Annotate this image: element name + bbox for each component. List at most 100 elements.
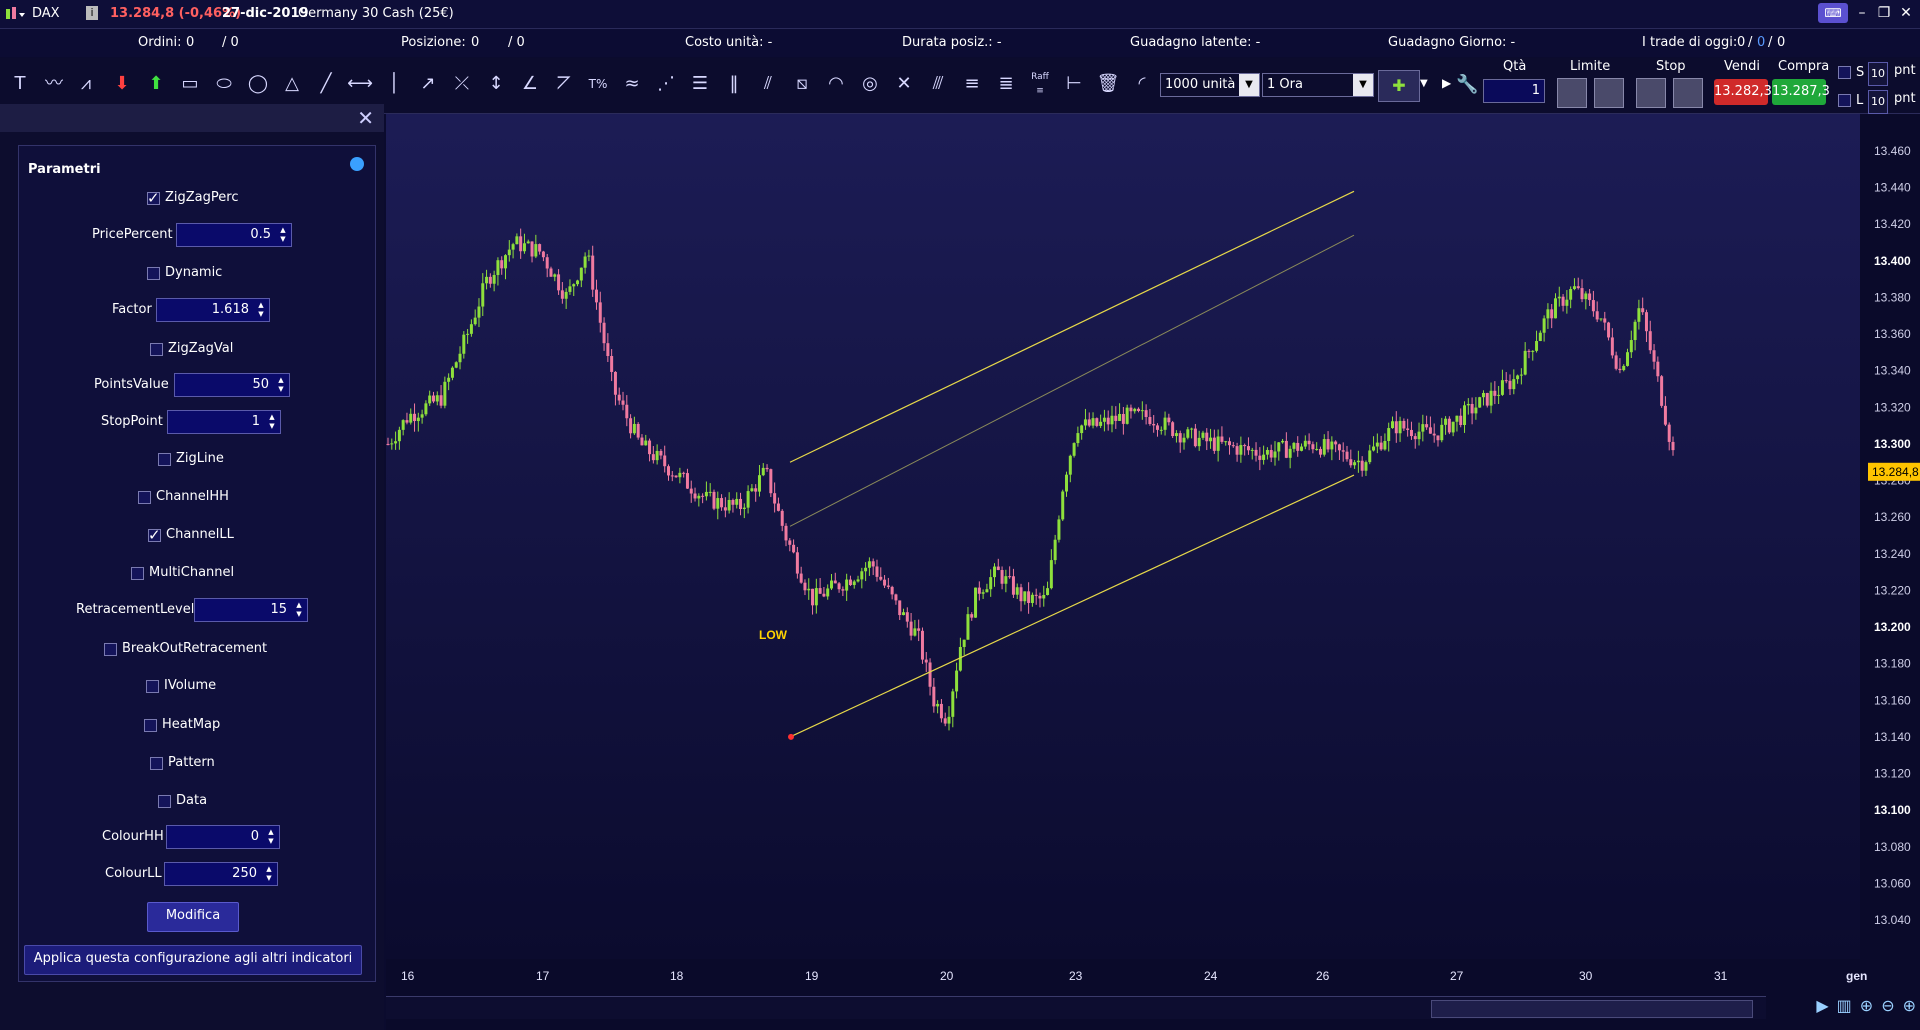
restore-icon[interactable]: ❐ — [1876, 5, 1892, 21]
arc-icon[interactable]: ◠ — [822, 70, 850, 98]
channelll-checkbox[interactable] — [148, 526, 161, 544]
parallel-lines-icon[interactable]: ≡ — [958, 70, 986, 98]
angle-icon[interactable]: ∠ — [516, 70, 544, 98]
horizontal-scrollbar[interactable] — [386, 996, 1766, 1019]
chart-icon[interactable] — [4, 5, 26, 23]
vendi-button[interactable]: 13.282,3 — [1714, 79, 1772, 105]
cross-icon[interactable]: ✕ — [890, 70, 918, 98]
units-select[interactable]: 1000 unità ▼ — [1160, 73, 1260, 97]
spiral-icon[interactable]: ◎ — [856, 70, 884, 98]
indicator-menu-arrow-icon[interactable]: ▼ — [1420, 78, 1428, 89]
pointsvalue-input[interactable]: 50 ▲ ▼ — [174, 373, 290, 397]
colourll-input[interactable]: 250 ▲ ▼ — [164, 862, 278, 886]
spinner-icon[interactable]: ▲ ▼ — [277, 226, 289, 244]
toolbar-expand-icon[interactable]: ▶ — [1442, 76, 1451, 90]
minimize-icon[interactable]: – — [1854, 5, 1870, 21]
ray-icon[interactable]: ↗ — [414, 70, 442, 98]
zigzag-icon[interactable]: ⩘ — [72, 70, 100, 98]
breakoutretracement-checkbox[interactable] — [104, 643, 117, 656]
zigzagperc-checkbox[interactable] — [147, 189, 160, 207]
s-checkbox[interactable] — [1838, 66, 1851, 79]
ivolume-checkbox[interactable] — [146, 680, 159, 693]
ellipse-icon[interactable]: ⬭ — [210, 70, 238, 98]
zoom-out-icon[interactable]: ⊖ — [1881, 996, 1894, 1015]
triangle-icon[interactable]: △ — [278, 70, 306, 98]
chart-type-icon[interactable]: ▥ — [1837, 996, 1852, 1015]
stop-buy-button[interactable] — [1636, 78, 1666, 108]
candle — [1497, 394, 1501, 396]
heatmap-checkbox[interactable] — [144, 719, 157, 732]
speed-lines-icon[interactable]: ⫻ — [924, 70, 952, 98]
text-tool-icon[interactable]: T — [6, 70, 34, 98]
help-icon[interactable] — [350, 157, 364, 171]
zoom-fit-icon[interactable]: ⊕ — [1860, 996, 1873, 1015]
l-checkbox[interactable] — [1838, 94, 1851, 107]
price-chart[interactable]: 13.460 13.440 13.420 13.400 13.380 13.360 13.3… — [386, 114, 1920, 1030]
spinner-icon[interactable]: ▲ ▼ — [255, 301, 267, 319]
factor-input[interactable]: 1.618 ▲ ▼ — [156, 298, 270, 322]
zigzagval-checkbox[interactable] — [150, 343, 163, 356]
compra-button[interactable]: 13.287,3 — [1772, 79, 1830, 105]
fibo-time-icon[interactable]: ‖ — [720, 70, 748, 98]
dynamic-checkbox[interactable] — [147, 267, 160, 280]
measure-icon[interactable]: ⊢ — [1060, 70, 1088, 98]
horizontal-line-icon[interactable]: ⟷ — [346, 70, 374, 98]
buy-arrow-icon[interactable]: ⬆ — [142, 70, 170, 98]
s-points-input[interactable]: 10 — [1868, 62, 1888, 86]
gann-fan-icon[interactable]: ⫽ — [754, 70, 782, 98]
spinner-icon[interactable]: ▲ ▼ — [263, 865, 275, 883]
scrollbar-thumb[interactable] — [1431, 1000, 1753, 1018]
spinner-icon[interactable]: ▲ ▼ — [293, 601, 305, 619]
gann-grid-icon[interactable]: ⧅ — [788, 70, 816, 98]
limite-sell-button[interactable] — [1594, 78, 1624, 108]
zigline-checkbox[interactable] — [158, 453, 171, 466]
channelhh-checkbox[interactable] — [138, 491, 151, 504]
stop-sell-button[interactable] — [1673, 78, 1703, 108]
trash-icon[interactable]: 🗑 — [1094, 70, 1122, 98]
l-points-input[interactable]: 10 — [1868, 90, 1888, 114]
spinner-icon[interactable]: ▲ ▼ — [266, 413, 278, 431]
add-indicator-icon[interactable]: ✚ — [1378, 70, 1420, 102]
spinner-icon[interactable]: ▲ ▼ — [275, 376, 287, 394]
channel-lines-icon[interactable]: ≣ — [992, 70, 1020, 98]
zoom-in-icon[interactable]: ⊕ — [1903, 996, 1916, 1015]
sell-arrow-icon[interactable]: ⬇ — [108, 70, 136, 98]
pricepercent-input[interactable]: 0.5 ▲ ▼ — [176, 223, 292, 247]
spinner-icon[interactable]: ▲ ▼ — [265, 828, 277, 846]
limite-buy-button[interactable] — [1557, 78, 1587, 108]
vertical-range-icon[interactable]: ↕ — [482, 70, 510, 98]
fibo-fan-icon[interactable]: ⋰ — [652, 70, 680, 98]
angle-alpha-icon[interactable]: ⦢ — [550, 70, 578, 98]
wrench-icon[interactable]: 🔧 — [1456, 74, 1478, 95]
data-checkbox[interactable] — [158, 795, 171, 808]
instrument-symbol[interactable]: DAX — [32, 6, 60, 21]
arc-lines-icon[interactable]: ◜ — [1128, 70, 1156, 98]
circle-icon[interactable]: ◯ — [244, 70, 272, 98]
keyboard-icon[interactable]: ⌨ — [1818, 3, 1848, 23]
info-icon[interactable]: i — [86, 6, 98, 20]
trendline-icon[interactable]: ╱ — [312, 70, 340, 98]
scroll-right-icon[interactable]: ▶ — [1816, 996, 1828, 1015]
modify-button[interactable]: Modifica — [147, 902, 239, 932]
close-panel-icon[interactable]: ✕ — [357, 106, 374, 130]
line-chart-icon[interactable]: 〰 — [40, 70, 68, 98]
raff-channel-icon[interactable]: Raff ≡ — [1026, 70, 1054, 98]
rectangle-icon[interactable]: ▭ — [176, 70, 204, 98]
timeframe-select[interactable]: 1 Ora ▼ — [1262, 73, 1374, 97]
stoppoint-input[interactable]: 1 ▲ ▼ — [167, 410, 281, 434]
candle — [1144, 410, 1148, 418]
candle — [500, 260, 504, 269]
percent-tool-icon[interactable]: T% — [584, 70, 612, 98]
x-tick-label: 19 — [805, 969, 819, 983]
apply-config-button[interactable]: Applica questa configurazione agli altri… — [24, 945, 362, 975]
multichannel-checkbox[interactable] — [131, 567, 144, 580]
colourhh-input[interactable]: 0 ▲ ▼ — [166, 825, 280, 849]
fibo-levels-icon[interactable]: ☰ — [686, 70, 714, 98]
segment-icon[interactable]: ⤫ — [448, 70, 476, 98]
vertical-line-icon[interactable]: │ — [380, 70, 408, 98]
wave-icon[interactable]: ≈ — [618, 70, 646, 98]
close-window-icon[interactable]: ✕ — [1898, 5, 1914, 21]
quantity-input[interactable]: 1 — [1483, 79, 1545, 103]
pattern-checkbox[interactable] — [150, 757, 163, 770]
retracementlevel-input[interactable]: 15 ▲ ▼ — [194, 598, 308, 622]
